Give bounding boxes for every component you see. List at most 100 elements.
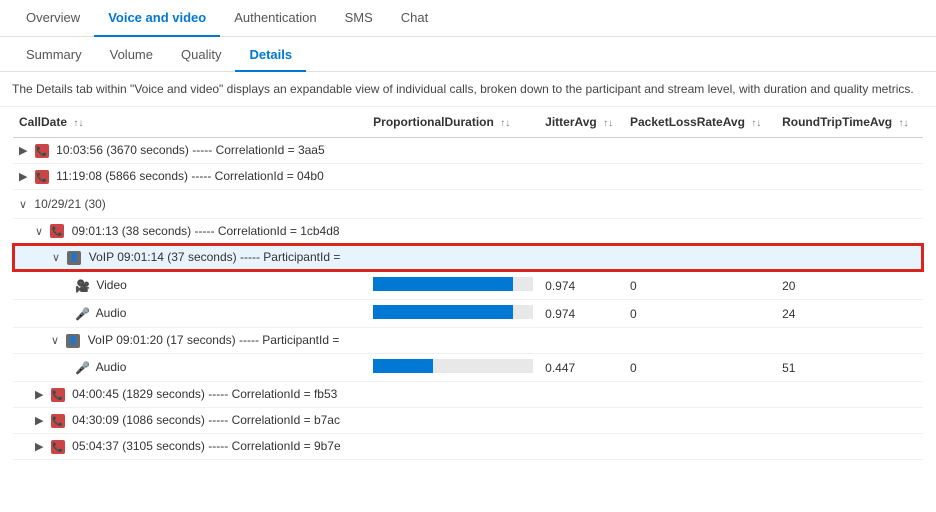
sort-propduration-icon: ↑↓ <box>500 118 510 129</box>
call-date-cell: ∨ 📞 09:01:13 (38 seconds) ----- Correlat… <box>13 218 367 244</box>
col-jitter-avg[interactable]: JitterAvg ↑↓ <box>539 107 624 138</box>
stream-text: Audio <box>96 360 127 374</box>
bar-cell <box>367 407 539 433</box>
progress-bar-fill <box>373 359 433 373</box>
jitter-cell: 0.974 <box>539 271 624 300</box>
expand-icon[interactable]: ▶ <box>19 171 27 183</box>
bar-cell <box>367 271 539 300</box>
jitter-cell <box>539 407 624 433</box>
rtt-cell <box>776 218 923 244</box>
tab-authentication[interactable]: Authentication <box>220 0 330 37</box>
sort-jitter-icon: ↑↓ <box>603 118 613 129</box>
expand-icon[interactable]: ▶ <box>35 389 43 401</box>
expand-icon[interactable]: ▶ <box>19 145 27 157</box>
packet-cell <box>624 244 776 271</box>
call-date-cell: ▶ 📞 04:00:45 (1829 seconds) ----- Correl… <box>13 382 367 408</box>
call-date-cell: ▶ 📞 04:30:09 (1086 seconds) ----- Correl… <box>13 407 367 433</box>
stream-cell: 🎥 Video <box>13 271 367 300</box>
tab-voice-video[interactable]: Voice and video <box>94 0 220 37</box>
details-table-container: CallDate ↑↓ ProportionalDuration ↑↓ Jitt… <box>0 107 936 460</box>
call-text: 05:04:37 (3105 seconds) ----- Correlatio… <box>72 439 340 453</box>
rtt-cell <box>776 163 923 189</box>
call-text: 11:19:08 (5866 seconds) ----- Correlatio… <box>56 169 324 183</box>
audio-icon: 🎤 <box>75 361 89 375</box>
call-date-cell: ▶ 📞 10:03:56 (3670 seconds) ----- Correl… <box>13 138 367 164</box>
rtt-cell <box>776 328 923 354</box>
tab-chat[interactable]: Chat <box>387 0 442 37</box>
subtab-volume[interactable]: Volume <box>96 39 167 72</box>
bar-cell <box>367 244 539 271</box>
packet-cell: 0 <box>624 300 776 328</box>
call-text: 04:30:09 (1086 seconds) ----- Correlatio… <box>72 413 340 427</box>
sort-calldate-icon: ↑↓ <box>73 118 83 129</box>
progress-bar <box>373 359 533 373</box>
call-icon: 📞 <box>51 440 65 454</box>
packet-cell <box>624 138 776 164</box>
progress-bar-fill <box>373 277 513 291</box>
subtab-summary[interactable]: Summary <box>12 39 96 72</box>
call-icon: 📞 <box>51 414 65 428</box>
col-calldate[interactable]: CallDate ↑↓ <box>13 107 367 138</box>
sub-navigation: Summary Volume Quality Details <box>0 39 936 72</box>
audio-icon: 🎤 <box>75 307 89 321</box>
table-row: 🎥 Video 0.974 0 20 <box>13 271 923 300</box>
call-text: 04:00:45 (1829 seconds) ----- Correlatio… <box>72 387 337 401</box>
subtab-details[interactable]: Details <box>235 39 306 72</box>
packet-cell <box>624 218 776 244</box>
table-row: ∨ 👤 VoIP 09:01:20 (17 seconds) ----- Par… <box>13 328 923 354</box>
call-text: 09:01:13 (38 seconds) ----- CorrelationI… <box>72 224 340 238</box>
expand-icon[interactable]: ▶ <box>35 441 43 453</box>
packet-cell <box>624 328 776 354</box>
voip-text: VoIP 09:01:14 (37 seconds) ----- Partici… <box>89 250 341 264</box>
sort-rtt-icon: ↑↓ <box>898 118 908 129</box>
jitter-cell: 0.447 <box>539 354 624 382</box>
packet-cell <box>624 382 776 408</box>
jitter-cell <box>539 138 624 164</box>
table-row: 🎤 Audio 0.447 0 51 <box>13 354 923 382</box>
bar-cell <box>367 328 539 354</box>
table-row: ▶ 📞 11:19:08 (5866 seconds) ----- Correl… <box>13 163 923 189</box>
bar-cell <box>367 382 539 408</box>
progress-bar-fill <box>373 305 513 319</box>
subtab-quality[interactable]: Quality <box>167 39 235 72</box>
top-navigation: Overview Voice and video Authentication … <box>0 0 936 37</box>
expand-icon[interactable]: ∨ <box>19 199 27 211</box>
table-row: 🎤 Audio 0.974 0 24 <box>13 300 923 328</box>
expand-icon[interactable]: ∨ <box>51 335 59 347</box>
expand-icon[interactable]: ▶ <box>35 415 43 427</box>
col-packet-loss[interactable]: PacketLossRateAvg ↑↓ <box>624 107 776 138</box>
tab-overview[interactable]: Overview <box>12 0 94 37</box>
rtt-cell <box>776 138 923 164</box>
expand-icon[interactable]: ∨ <box>52 252 60 264</box>
progress-bar <box>373 305 533 319</box>
packet-cell: 0 <box>624 271 776 300</box>
video-icon: 🎥 <box>75 279 89 293</box>
jitter-cell <box>539 163 624 189</box>
packet-cell: 0 <box>624 354 776 382</box>
rtt-cell <box>776 433 923 459</box>
call-date-cell: ▶ 📞 05:04:37 (3105 seconds) ----- Correl… <box>13 433 367 459</box>
details-table: CallDate ↑↓ ProportionalDuration ↑↓ Jitt… <box>12 107 924 460</box>
col-proportional-duration[interactable]: ProportionalDuration ↑↓ <box>367 107 539 138</box>
group-header-row: ∨ 10/29/21 (30) <box>13 189 923 218</box>
voip-icon: 👤 <box>67 251 81 265</box>
voip-text: VoIP 09:01:20 (17 seconds) ----- Partici… <box>88 333 340 347</box>
stream-cell: 🎤 Audio <box>13 354 367 382</box>
bar-cell <box>367 354 539 382</box>
jitter-cell <box>539 382 624 408</box>
group-text: 10/29/21 (30) <box>34 197 105 211</box>
rtt-cell: 51 <box>776 354 923 382</box>
tab-sms[interactable]: SMS <box>331 0 387 37</box>
jitter-cell <box>539 328 624 354</box>
expand-icon[interactable]: ∨ <box>35 226 43 238</box>
page-description: The Details tab within "Voice and video"… <box>0 72 936 107</box>
table-row: ▶ 📞 04:30:09 (1086 seconds) ----- Correl… <box>13 407 923 433</box>
rtt-cell: 20 <box>776 271 923 300</box>
rtt-cell <box>776 244 923 271</box>
bar-cell <box>367 163 539 189</box>
table-row: ∨ 📞 09:01:13 (38 seconds) ----- Correlat… <box>13 218 923 244</box>
call-icon: 📞 <box>51 388 65 402</box>
rtt-cell <box>776 407 923 433</box>
voip-cell: ∨ 👤 VoIP 09:01:20 (17 seconds) ----- Par… <box>13 328 367 354</box>
col-rtt[interactable]: RoundTripTimeAvg ↑↓ <box>776 107 923 138</box>
